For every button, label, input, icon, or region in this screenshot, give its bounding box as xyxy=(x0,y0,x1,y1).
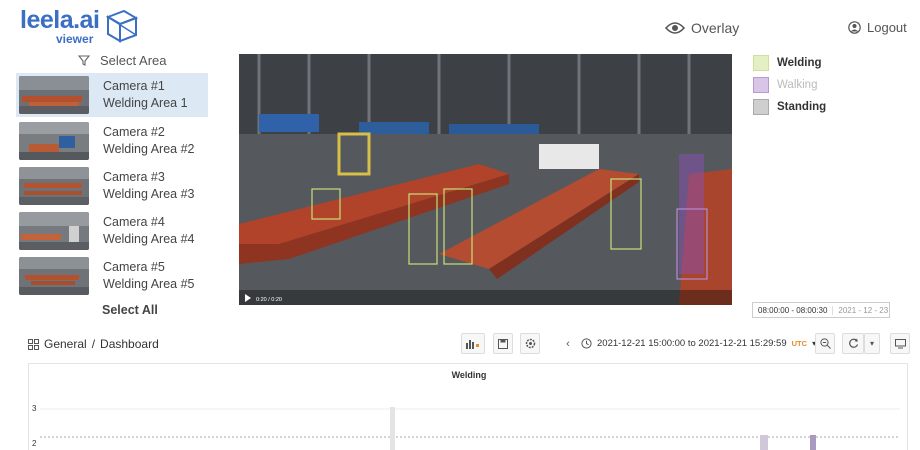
logo-text: leela.ai xyxy=(20,6,100,34)
camera-thumbnail xyxy=(19,212,89,250)
breadcrumb-page: Dashboard xyxy=(100,337,159,351)
legend-swatch xyxy=(753,77,769,93)
overlay-button[interactable]: Overlay xyxy=(665,20,739,36)
refresh-icon xyxy=(848,338,858,348)
grid-icon xyxy=(28,338,39,350)
camera-name: Camera #5 xyxy=(103,260,165,274)
camera-name: Camera #2 xyxy=(103,125,165,139)
select-area-header[interactable]: Select Area xyxy=(78,53,167,68)
refresh-button[interactable] xyxy=(842,333,864,354)
breadcrumb-root[interactable]: General xyxy=(44,337,87,351)
chart-bar xyxy=(760,435,768,450)
time-range-picker: ‹ 2021-12-21 15:00:00 to 2021-12-21 15:2… xyxy=(560,333,829,354)
camera-name: Camera #3 xyxy=(103,170,165,184)
video-time: 0:20 / 0:20 xyxy=(256,297,282,303)
bar-chart-icon xyxy=(466,339,479,349)
legend-item-standing[interactable]: Standing xyxy=(753,96,826,118)
clock-icon xyxy=(581,338,592,349)
time-range-date: 2021 - 12 - 23 xyxy=(832,305,888,315)
activity-legend: Welding Walking Standing xyxy=(753,52,826,118)
camera-thumbnail xyxy=(19,257,89,295)
chart-title: Welding xyxy=(451,370,487,380)
zoom-out-icon xyxy=(819,338,831,349)
legend-swatch xyxy=(753,55,769,71)
chart-bar xyxy=(390,407,395,450)
zoom-out-button[interactable] xyxy=(815,333,835,354)
camera-item-1[interactable]: Camera #1 Welding Area 1 xyxy=(16,73,208,117)
logo-subtitle: viewer xyxy=(56,32,94,46)
user-circle-icon xyxy=(848,21,861,34)
logout-label: Logout xyxy=(867,20,907,35)
y-tick-label: 3 xyxy=(32,404,37,413)
camera-name: Camera #1 xyxy=(103,79,165,93)
camera-thumbnail xyxy=(19,122,89,160)
chart-bar xyxy=(810,435,816,450)
breadcrumb-separator: / xyxy=(91,337,96,351)
camera-name: Camera #4 xyxy=(103,215,165,229)
settings-button[interactable] xyxy=(520,333,540,354)
save-button[interactable] xyxy=(493,333,513,354)
camera-area: Welding Area #5 xyxy=(103,277,195,291)
cube-logo-icon xyxy=(105,9,139,43)
camera-area: Welding Area #3 xyxy=(103,187,195,201)
filter-icon xyxy=(78,55,90,66)
chevron-down-icon: ▾ xyxy=(869,339,874,348)
camera-thumbnail xyxy=(19,167,89,205)
tv-mode-button[interactable] xyxy=(890,333,910,354)
breadcrumb: General / Dashboard xyxy=(28,337,159,351)
chevron-left-icon[interactable]: ‹ xyxy=(560,333,576,354)
camera-area: Welding Area #4 xyxy=(103,232,195,246)
refresh-interval-dropdown[interactable]: ▾ xyxy=(864,333,880,354)
legend-item-walking[interactable]: Walking xyxy=(753,74,826,96)
legend-item-welding[interactable]: Welding xyxy=(753,52,826,74)
video-player[interactable]: 0:20 / 0:20 xyxy=(239,54,732,305)
camera-item-4[interactable]: Camera #4 Welding Area #4 xyxy=(16,209,208,253)
camera-item-5[interactable]: Camera #5 Welding Area #5 xyxy=(16,254,208,298)
y-tick-label: 2 xyxy=(32,439,37,448)
monitor-icon xyxy=(894,338,906,348)
camera-thumbnail xyxy=(19,76,89,114)
legend-swatch xyxy=(753,99,769,115)
video-time-range: 08:00:00 - 08:00:30 2021 - 12 - 23 xyxy=(752,302,890,318)
legend-label: Welding xyxy=(777,57,822,69)
logo[interactable]: leela.ai viewer xyxy=(20,6,150,46)
camera-item-3[interactable]: Camera #3 Welding Area #3 xyxy=(16,164,208,208)
legend-label: Walking xyxy=(777,79,818,91)
select-all-button[interactable]: Select All xyxy=(102,303,158,317)
add-panel-button[interactable] xyxy=(461,333,485,354)
camera-area: Welding Area #2 xyxy=(103,142,195,156)
time-range-text: 08:00:00 - 08:00:30 xyxy=(758,305,828,315)
eye-icon xyxy=(665,22,685,34)
select-area-label: Select Area xyxy=(100,53,167,68)
video-frame: 0:20 / 0:20 xyxy=(239,54,732,305)
legend-label: Standing xyxy=(777,101,827,113)
save-icon xyxy=(498,338,508,349)
timezone-label: UTC xyxy=(791,339,808,348)
welding-chart-plot xyxy=(40,407,900,450)
camera-item-2[interactable]: Camera #2 Welding Area #2 xyxy=(16,119,208,163)
overlay-label: Overlay xyxy=(691,20,740,36)
gear-icon xyxy=(525,338,535,349)
header: leela.ai viewer Overlay Logout xyxy=(0,0,920,50)
camera-area: Welding Area 1 xyxy=(103,96,188,110)
logout-button[interactable]: Logout xyxy=(848,20,907,35)
time-range-value[interactable]: 2021-12-21 15:00:00 to 2021-12-21 15:29:… xyxy=(597,338,787,349)
dashboard-toolbar: General / Dashboard ‹ 2021-12-21 15:00:0… xyxy=(0,330,920,358)
